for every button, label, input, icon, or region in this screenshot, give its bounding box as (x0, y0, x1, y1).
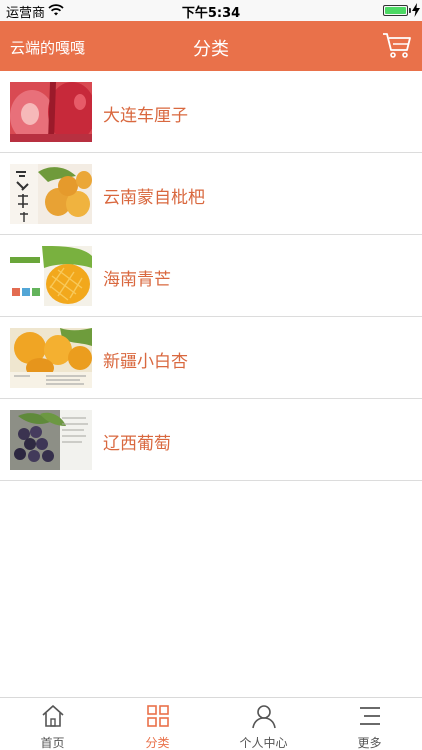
category-label: 辽西葡萄 (103, 434, 171, 454)
category-item-grape[interactable]: 辽西葡萄 (0, 399, 422, 481)
person-icon (252, 705, 276, 729)
category-item-loquat[interactable]: 云南蒙自枇杷 (0, 153, 422, 235)
cart-icon[interactable] (382, 30, 412, 60)
category-list: 大连车厘子 云南蒙自枇杷 海南青芒 新疆小白杏 辽西葡萄 (0, 71, 422, 481)
charging-icon (412, 3, 420, 17)
cherry-photo (10, 82, 92, 142)
tab-home[interactable]: 首页 (0, 698, 105, 750)
page-title: 分类 (193, 39, 229, 60)
tab-label: 分类 (145, 736, 170, 750)
tab-label: 个人中心 (239, 736, 288, 750)
category-label: 大连车厘子 (103, 106, 188, 126)
category-item-mango[interactable]: 海南青芒 (0, 235, 422, 317)
nav-bar: 云端的嘎嘎 分类 (0, 21, 422, 71)
battery-icon (383, 5, 408, 16)
clock: 下午5:34 (181, 6, 241, 21)
grid-icon (147, 705, 169, 727)
category-label: 新疆小白杏 (103, 352, 188, 372)
category-item-apricot[interactable]: 新疆小白杏 (0, 317, 422, 399)
loquat-photo (10, 164, 92, 224)
menu-icon (360, 707, 380, 725)
grape-photo (10, 410, 92, 470)
tab-label: 首页 (40, 736, 65, 750)
tab-label: 更多 (357, 736, 382, 750)
tab-category[interactable]: 分类 (105, 698, 210, 750)
category-label: 海南青芒 (103, 270, 171, 290)
home-icon (42, 705, 64, 727)
category-label: 云南蒙自枇杷 (103, 188, 205, 208)
status-bar: 运营商 下午5:34 (0, 0, 422, 21)
apricot-photo (10, 328, 92, 388)
battery-tip (409, 8, 411, 13)
mango-photo (10, 246, 92, 306)
tab-more[interactable]: 更多 (317, 698, 422, 750)
tab-bar: 首页 分类 个人中心 更多 (0, 697, 422, 750)
category-item-cherry[interactable]: 大连车厘子 (0, 71, 422, 153)
tab-profile[interactable]: 个人中心 (211, 698, 316, 750)
